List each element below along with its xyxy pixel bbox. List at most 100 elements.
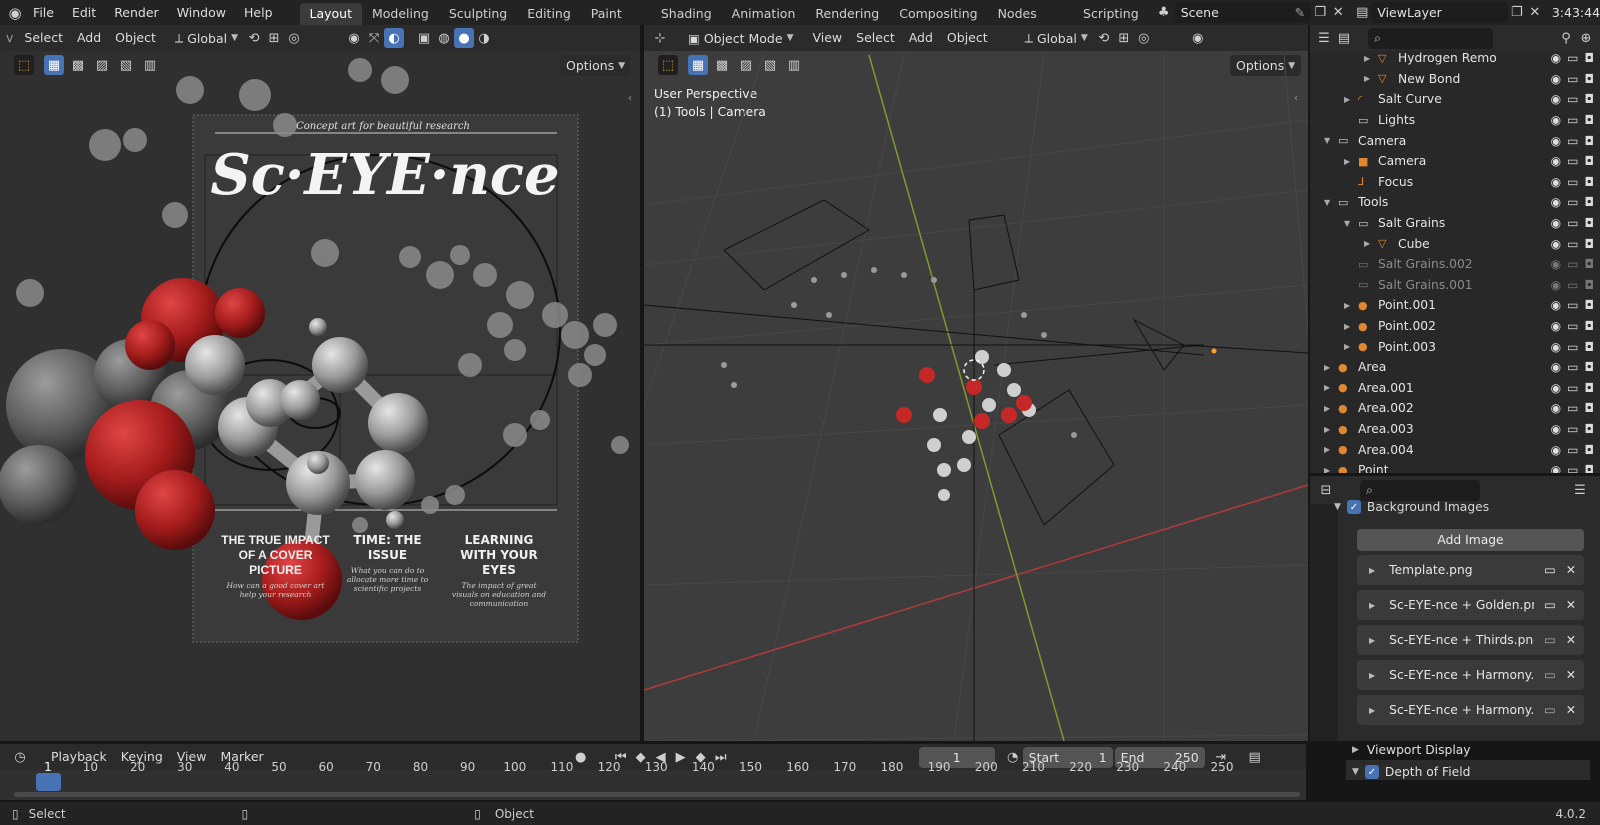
menu-help[interactable]: Help [235,0,282,25]
outliner-row[interactable]: ▶ ● Area ◉ ▭ ◘ [1310,357,1600,378]
expand-toggle-icon[interactable]: ▶ [1364,54,1370,63]
remove-image-icon[interactable]: ✕ [1566,633,1576,647]
render-toggle-icon[interactable]: ◘ [1585,298,1595,312]
timeline-options-icon[interactable]: ▤ [1245,747,1265,767]
tab-animation[interactable]: Animation [722,3,806,25]
view-layer-icon[interactable]: ▤ [1353,3,1371,23]
render-toggle-icon[interactable]: ◘ [1585,463,1595,473]
render-toggle-icon[interactable]: ◘ [1585,278,1595,292]
viewport-toggle-icon[interactable]: ▭ [1567,463,1578,473]
render-toggle-icon[interactable]: ◘ [1585,381,1595,395]
preview-range-icon[interactable]: ◔ [1003,747,1023,767]
eye-icon[interactable]: ◉ [1551,175,1561,189]
expand-toggle-icon[interactable]: ▶ [1324,466,1330,473]
expand-toggle-icon[interactable]: ▶ [1344,342,1350,351]
viewport-toggle-icon[interactable]: ▭ [1567,195,1578,209]
eye-icon[interactable]: ◉ [1551,443,1561,457]
eye-icon[interactable]: ◉ [1551,92,1561,106]
timeline-scrollbar[interactable] [14,792,1300,797]
expand-toggle-icon[interactable]: ▶ [1369,601,1375,610]
delete-view-layer-icon[interactable]: ✕ [1526,3,1544,23]
show-in-viewport-icon[interactable]: ▭ [1544,668,1556,682]
viewport-toggle-icon[interactable]: ▭ [1567,237,1578,251]
eye-icon[interactable]: ◉ [1551,340,1561,354]
remove-image-icon[interactable]: ✕ [1566,703,1576,717]
left-viewport[interactable]: v Select Add Object ⟂ Global ▼ ⟲ ⊞ ◎ ◉ ⤧… [0,25,640,741]
eye-icon[interactable]: ◉ [1551,113,1561,127]
viewport-toggle-icon[interactable]: ▭ [1567,319,1578,333]
depth-of-field-panel-header[interactable]: ▼ ✓ Depth of Field [1352,765,1470,779]
expand-toggle-icon[interactable]: ▶ [1364,74,1370,83]
viewport-toggle-icon[interactable]: ▭ [1567,72,1578,86]
play-icon[interactable]: ▶ [671,747,691,767]
viewport-toggle-icon[interactable]: ▭ [1567,134,1578,148]
expand-toggle-icon[interactable]: ▶ [1344,95,1350,104]
eye-icon[interactable]: ◉ [1551,154,1561,168]
viewport-toggle-icon[interactable]: ▭ [1567,381,1578,395]
pin-icon[interactable]: ✎ [1295,5,1305,20]
right-viewport[interactable]: ⊹ ▣ Object Mode ▼ View Select Add Object… [644,25,1308,741]
background-image-item[interactable]: ▶ Sc-EYE-nce + Thirds.png ▭ ✕ [1357,625,1584,655]
expand-toggle-icon[interactable]: ▶ [1324,363,1330,372]
eye-icon[interactable]: ◉ [1551,195,1561,209]
background-image-item[interactable]: ▶ Sc-EYE-nce + Golden.png ▭ ✕ [1357,590,1584,620]
expand-toggle-icon[interactable]: ▶ [1364,239,1370,248]
menu-render[interactable]: Render [105,0,168,25]
viewport-toggle-icon[interactable]: ▭ [1567,113,1578,127]
render-toggle-icon[interactable]: ◘ [1585,443,1595,457]
render-toggle-icon[interactable]: ◘ [1585,51,1595,65]
expand-toggle-icon[interactable]: ▶ [1344,301,1350,310]
tab-shading[interactable]: Shading [651,3,722,25]
expand-toggle-icon[interactable]: ▶ [1324,383,1330,392]
viewport-display-panel-header[interactable]: ▶ Viewport Display [1352,743,1471,757]
viewport-toggle-icon[interactable]: ▭ [1567,175,1578,189]
left-sidebar-toggle-icon[interactable]: ‹ [628,93,632,104]
expand-toggle-icon[interactable]: ▶ [1369,566,1375,575]
render-toggle-icon[interactable]: ◘ [1585,360,1595,374]
record-icon[interactable]: ● [571,747,591,767]
marker-menu[interactable]: Marker [213,744,270,770]
background-image-item[interactable]: ▶ Template.png ▭ ✕ [1357,555,1584,585]
show-in-viewport-icon[interactable]: ▭ [1544,598,1556,612]
render-toggle-icon[interactable]: ◘ [1585,134,1595,148]
expand-toggle-icon[interactable]: ▶ [1344,322,1350,331]
new-scene-icon[interactable]: ❐ [1311,3,1329,23]
eye-icon[interactable]: ◉ [1551,381,1561,395]
outliner-row[interactable]: ▶ ● Point.002 ◉ ▭ ◘ [1310,316,1600,337]
menu-edit[interactable]: Edit [63,0,105,25]
outliner-row[interactable]: ▶ ● Area.001 ◉ ▭ ◘ [1310,378,1600,399]
render-toggle-icon[interactable]: ◘ [1585,237,1595,251]
eye-icon[interactable]: ◉ [1551,360,1561,374]
tab-scripting[interactable]: Scripting [1073,3,1149,25]
new-view-layer-icon[interactable]: ❐ [1508,3,1526,23]
display-mode-icon[interactable]: ▤ [1334,28,1354,48]
render-toggle-icon[interactable]: ◘ [1585,422,1595,436]
render-toggle-icon[interactable]: ◘ [1585,113,1595,127]
viewport-toggle-icon[interactable]: ▭ [1567,360,1578,374]
timeline-editor-icon[interactable]: ◷ [10,747,30,767]
expand-toggle-icon[interactable]: ▼ [1324,136,1330,145]
expand-toggle-icon[interactable]: ▶ [1369,636,1375,645]
viewport-toggle-icon[interactable]: ▭ [1567,422,1578,436]
tab-texture-paint[interactable]: Texture Paint [581,0,651,25]
render-toggle-icon[interactable]: ◘ [1585,92,1595,106]
outliner-row[interactable]: ▼ ▭ Tools ◉ ▭ ◘ [1310,192,1600,213]
eye-icon[interactable]: ◉ [1551,257,1561,271]
outliner-row[interactable]: ▭ Salt Grains.001 ◉ ▭ ◘ [1310,275,1600,296]
right-sidebar-toggle-icon[interactable]: ‹ [1294,93,1298,104]
menu-file[interactable]: File [24,0,63,25]
outliner-row[interactable]: ▭ Salt Grains.002 ◉ ▭ ◘ [1310,254,1600,275]
viewport-toggle-icon[interactable]: ▭ [1567,443,1578,457]
outliner-editor-type-icon[interactable]: ☰ [1314,28,1334,48]
expand-toggle-icon[interactable]: ▼ [1324,198,1330,207]
background-images-checkbox[interactable]: ✓ [1346,500,1361,514]
expand-toggle-icon[interactable]: ▶ [1344,157,1350,166]
playhead[interactable] [36,773,61,791]
render-toggle-icon[interactable]: ◘ [1585,195,1595,209]
outliner-row[interactable]: ▶ ■ Camera ◉ ▭ ◘ [1310,151,1600,172]
remove-image-icon[interactable]: ✕ [1566,668,1576,682]
render-toggle-icon[interactable]: ◘ [1585,72,1595,86]
outliner-row[interactable]: ▶ ◜ Salt Curve ◉ ▭ ◘ [1310,89,1600,110]
scene-selector[interactable]: Scene ✎ [1174,2,1312,23]
outliner-row[interactable]: ▶ ● Area.003 ◉ ▭ ◘ [1310,419,1600,440]
